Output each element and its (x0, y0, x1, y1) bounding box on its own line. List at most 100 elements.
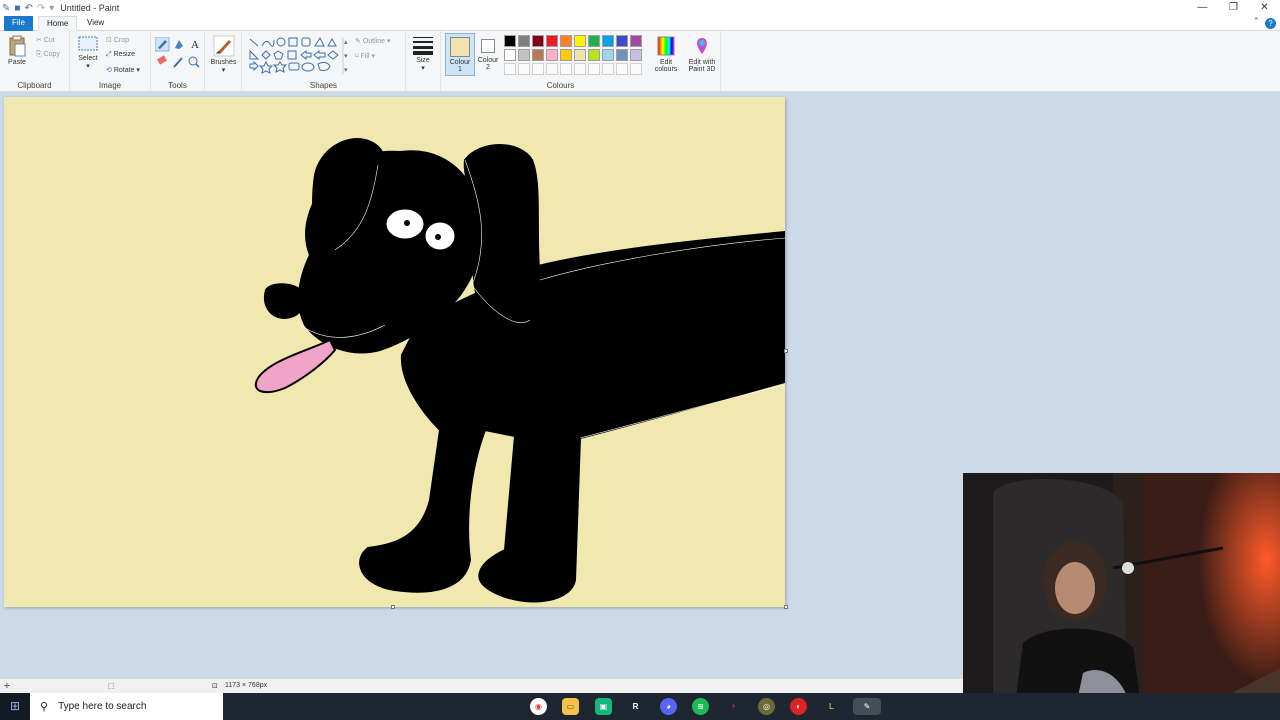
palette-swatch[interactable] (616, 49, 628, 61)
custom-colour-slot[interactable] (560, 63, 572, 75)
dog-drawing (255, 138, 786, 603)
colour-2-swatch (481, 39, 495, 53)
canvas-resize-handle-bottom[interactable] (391, 605, 395, 609)
help-icon[interactable]: ? (1265, 18, 1276, 29)
taskbar-search-box[interactable]: ⚲ Type here to search (30, 693, 223, 720)
lightning-app-icon[interactable]: ⚡ (725, 698, 742, 715)
chrome-icon[interactable]: ◉ (530, 698, 547, 715)
undo-icon[interactable]: ↶ (24, 3, 32, 14)
windows-start-icon[interactable]: ⊞ (0, 693, 30, 720)
tools-grid: A (155, 37, 200, 68)
league-of-legends-icon[interactable]: L (823, 698, 840, 715)
palette-swatch[interactable] (560, 49, 572, 61)
drawing-canvas[interactable] (4, 97, 788, 609)
rockstar-icon[interactable]: R (627, 698, 644, 715)
palette-swatch[interactable] (560, 35, 572, 47)
brush-icon (213, 35, 234, 57)
palette-swatch[interactable] (518, 35, 530, 47)
edit-with-paint3d-button[interactable]: Edit with Paint 3D (684, 35, 720, 73)
palette-swatch[interactable] (504, 49, 516, 61)
tools-group: A Tools (151, 31, 205, 91)
fill-icon (175, 40, 183, 49)
magnifier-icon (188, 56, 198, 66)
tab-file[interactable]: File (4, 16, 33, 31)
webcam-overlay (963, 473, 1280, 720)
close-button[interactable]: ✕ (1249, 0, 1280, 16)
minimize-button[interactable]: — (1187, 0, 1218, 16)
paint-taskbar-icon[interactable]: ✎ (853, 698, 881, 715)
palette-swatch[interactable] (616, 35, 628, 47)
custom-colour-slot[interactable] (532, 63, 544, 75)
palette-swatch[interactable] (630, 35, 642, 47)
line-width-icon (413, 37, 433, 55)
colours-group: Colour 1 Colour 2 Edit colours Edit with… (440, 31, 721, 91)
palette-swatch[interactable] (546, 49, 558, 61)
custom-colour-slot[interactable] (504, 63, 516, 75)
colour-1-swatch (450, 37, 470, 57)
palette-swatch[interactable] (602, 35, 614, 47)
palette-swatch[interactable] (574, 35, 586, 47)
custom-colour-slot[interactable] (602, 63, 614, 75)
custom-colour-slot[interactable] (574, 63, 586, 75)
search-icon: ⚲ (40, 701, 49, 713)
palette-swatch[interactable] (504, 35, 516, 47)
redo-icon[interactable]: ↷ (37, 3, 45, 14)
brushes-group[interactable]: Brushes ▾ (205, 31, 242, 91)
green-app-icon[interactable]: ▣ (595, 698, 612, 715)
file-explorer-icon[interactable]: ▭ (562, 698, 579, 715)
paint-app-icon: ✎ (2, 2, 11, 14)
crop-button[interactable]: ⊡ Crop (106, 36, 129, 44)
size-button[interactable]: Size ▾ (409, 35, 437, 72)
red-app-icon[interactable]: ◐ (790, 698, 807, 715)
brushes-button[interactable]: Brushes ▾ (207, 35, 240, 74)
select-dropdown-icon[interactable]: ▾ (74, 62, 102, 70)
palette-swatch[interactable] (532, 35, 544, 47)
text-tool-icon: A (191, 39, 199, 51)
tab-home[interactable]: Home (38, 16, 78, 31)
customize-dropdown-icon[interactable]: ▾ (49, 3, 54, 14)
ribbon-collapse-icon[interactable]: ⌃ (1252, 16, 1260, 27)
custom-colour-slot[interactable] (546, 63, 558, 75)
custom-colour-slot[interactable] (588, 63, 600, 75)
spotify-icon[interactable]: ≋ (692, 698, 709, 715)
selection-size-icon: ⬚ (108, 683, 115, 690)
tab-view[interactable]: View (79, 16, 112, 31)
cut-button[interactable]: ✂ Cut (36, 36, 55, 44)
copy-button[interactable]: ⎘ Copy (36, 51, 60, 59)
restore-button[interactable]: ❐ (1218, 0, 1249, 16)
title-bar: ✎ ■ ↶ ↷ ▾ Untitled - Paint — ❐ ✕ (0, 0, 1280, 16)
custom-colour-slot[interactable] (518, 63, 530, 75)
shapes-group: ▴ ▾ ▾ ✎ Outline ▾ ⌑ Fill ▾ Shapes (242, 31, 406, 91)
outline-button[interactable]: ✎ Outline ▾ (355, 37, 390, 45)
paste-button[interactable]: Paste (4, 35, 30, 66)
save-icon[interactable]: ■ (14, 3, 20, 14)
palette-swatch[interactable] (588, 49, 600, 61)
select-button[interactable]: Select ▾ (74, 35, 102, 70)
svg-text:▾: ▾ (344, 53, 348, 60)
colour-2-button[interactable]: Colour 2 (476, 35, 500, 71)
canvas-resize-handle-right[interactable] (784, 349, 788, 353)
clipboard-icon (9, 35, 26, 57)
menu-bar: File Home View ⌃ ? (0, 16, 1280, 31)
colour-1-button[interactable]: Colour 1 (445, 33, 475, 76)
custom-colour-slot[interactable] (616, 63, 628, 75)
palette-swatch[interactable] (588, 35, 600, 47)
search-placeholder: Type here to search (58, 701, 147, 712)
palette-swatch[interactable] (518, 49, 530, 61)
palette-swatch[interactable] (602, 49, 614, 61)
palette-swatch[interactable] (532, 49, 544, 61)
discord-icon[interactable]: ◕ (660, 698, 677, 715)
edit-colours-button[interactable]: Edit colours (651, 35, 681, 73)
circle-app-icon[interactable]: ◎ (758, 698, 775, 715)
fill-button[interactable]: ⌑ Fill ▾ (355, 52, 375, 60)
quick-access-toolbar: ✎ ■ ↶ ↷ ▾ (0, 0, 54, 16)
shapes-gallery[interactable]: ▴ ▾ ▾ (248, 36, 348, 76)
custom-colour-slot[interactable] (630, 63, 642, 75)
palette-swatch[interactable] (574, 49, 586, 61)
palette-swatch[interactable] (630, 49, 642, 61)
rotate-button[interactable]: ⟲ Rotate ▾ (106, 66, 140, 74)
shapes-group-label: Shapes (309, 81, 338, 90)
palette-swatch[interactable] (546, 35, 558, 47)
resize-button[interactable]: ⤢ Resize (106, 51, 135, 59)
canvas-resize-handle-corner[interactable] (784, 605, 788, 609)
